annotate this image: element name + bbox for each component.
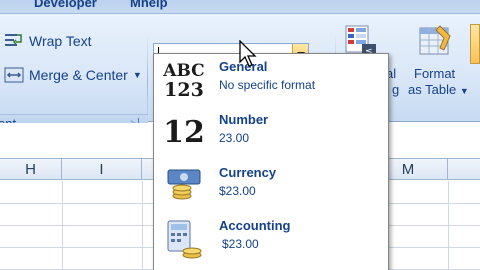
accounting-icon xyxy=(162,217,206,261)
tab-developer[interactable]: Developer xyxy=(34,0,97,10)
merge-center-icon xyxy=(4,66,24,84)
menu-item-description: No specific format xyxy=(219,78,316,92)
abc-123-icon: ABC 123 xyxy=(163,61,205,101)
column-header-i[interactable]: I xyxy=(62,159,142,180)
menu-item-description: $23.00 xyxy=(222,237,259,251)
ribbon-tab-strip: Developer Mhelp xyxy=(0,0,480,14)
menu-item-general[interactable]: ABC 123 General No specific format xyxy=(154,54,388,106)
cell-styles-icon[interactable] xyxy=(470,24,480,64)
tab-help[interactable]: Mhelp xyxy=(130,0,168,10)
menu-item-description: $23.00 xyxy=(219,184,256,198)
menu-item-title: Currency xyxy=(219,165,277,180)
menu-item-accounting[interactable]: Accounting $23.00 xyxy=(154,213,388,265)
menu-item-title: Number xyxy=(219,112,269,127)
format-as-table-label-2[interactable]: as Table ▼ xyxy=(408,82,469,99)
conditional-formatting-label-2[interactable]: g xyxy=(392,82,399,98)
mouse-pointer-icon xyxy=(239,40,257,67)
menu-item-title: Accounting xyxy=(219,218,291,233)
currency-icon xyxy=(162,164,206,208)
wrap-text-label: Wrap Text xyxy=(29,33,92,49)
menu-item-number[interactable]: 12 Number 23.00 xyxy=(154,107,388,159)
menu-item-currency[interactable]: Currency $23.00 xyxy=(154,160,388,212)
menu-item-description: 23.00 xyxy=(219,131,250,145)
wrap-text-button[interactable]: Wrap Text xyxy=(4,32,92,50)
merge-center-label: Merge & Center xyxy=(29,67,128,83)
merge-dropdown-arrow-icon[interactable]: ▼ xyxy=(133,70,142,80)
format-as-table-label[interactable]: Format xyxy=(414,66,455,82)
merge-center-button[interactable]: Merge & Center ▼ xyxy=(4,66,142,84)
wrap-text-icon xyxy=(4,32,24,50)
format-as-table-icon[interactable] xyxy=(418,24,454,60)
column-header-h[interactable]: H xyxy=(0,159,62,180)
number-format-menu: ABC 123 General No specific format 12 Nu… xyxy=(153,53,389,270)
number-12-icon: 12 xyxy=(163,115,205,150)
